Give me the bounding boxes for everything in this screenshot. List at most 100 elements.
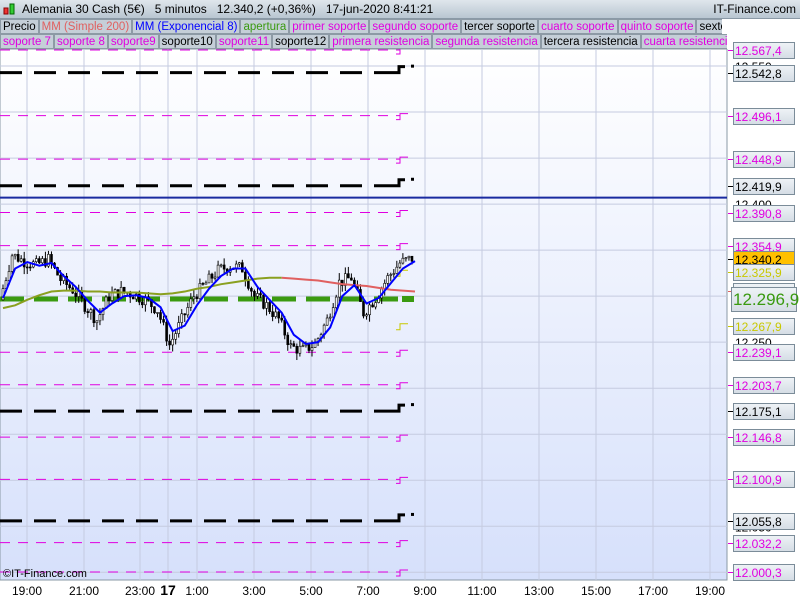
candle-body: [159, 312, 162, 320]
candle-body: [374, 302, 377, 308]
legend-item[interactable]: cuarta resistencia: [640, 34, 727, 49]
candle-body: [298, 345, 302, 354]
candle-body: [371, 304, 374, 308]
chart-title: Alemania 30 Cash (5€) 5 minutos 12.340,2…: [22, 2, 434, 16]
candle-body: [13, 254, 17, 257]
candle-body: [310, 347, 314, 351]
x-tick-label: 23:00: [124, 584, 156, 598]
level-mark: [411, 64, 414, 68]
legend-item[interactable]: quinto soporte: [617, 19, 697, 34]
candle-body: [16, 254, 20, 262]
candle-body: [165, 321, 168, 342]
candle-body: [156, 312, 159, 314]
candle-body: [86, 311, 90, 313]
legend-item[interactable]: soporte 7: [0, 34, 54, 49]
candle-body: [277, 311, 280, 319]
x-tick-label: 7:00: [356, 584, 380, 598]
legend-item[interactable]: tercera resistencia: [540, 34, 641, 49]
candle-body: [171, 338, 174, 346]
legend-item[interactable]: soporte12: [272, 34, 330, 49]
candle-body: [274, 311, 277, 317]
legend-item[interactable]: apertura: [240, 19, 290, 34]
title-bar: Alemania 30 Cash (5€) 5 minutos 12.340,2…: [0, 0, 800, 19]
level-mark: [411, 177, 414, 181]
level-mark: [411, 512, 414, 516]
candle-body: [59, 274, 62, 282]
legend-item[interactable]: MM (Exponencial 8): [132, 19, 241, 34]
candle-body: [401, 257, 405, 264]
candle-body: [186, 307, 190, 316]
candle-body: [250, 288, 253, 292]
candle-body: [107, 296, 111, 301]
brand-link[interactable]: IT-Finance.com: [713, 0, 796, 18]
candle-body: [386, 275, 390, 284]
candle-body: [35, 258, 38, 263]
x-tick-label: 17:00: [637, 584, 669, 598]
candle-body: [365, 314, 368, 317]
candle-body: [404, 257, 408, 260]
legend-item[interactable]: soporte 8: [53, 34, 108, 49]
legend-item[interactable]: tercer soporte: [461, 19, 539, 34]
legend-item[interactable]: sexto soporte: [696, 19, 722, 34]
candle-body: [256, 293, 259, 297]
candle-body: [183, 313, 187, 316]
price-label: 12.448,9: [733, 151, 795, 169]
x-tick-label: 13:00: [523, 584, 555, 598]
candle-body: [283, 319, 287, 336]
price-tick: [728, 185, 733, 187]
candle-body: [328, 316, 332, 319]
candle-body: [244, 271, 247, 281]
price-tick: [728, 479, 733, 481]
candle-body: [180, 313, 184, 323]
price-tick: [728, 411, 733, 413]
candle-body: [286, 334, 290, 346]
candle-body: [262, 294, 265, 309]
candle-body: [10, 255, 14, 272]
x-tick-label: 15:00: [580, 584, 612, 598]
price-label: 12.239,1: [733, 344, 795, 362]
price-chart[interactable]: 12.55012.40012.25012.050: [0, 47, 800, 600]
candle-body: [83, 297, 87, 312]
price-tick: [728, 520, 733, 522]
candle-body: [259, 293, 262, 296]
candle-body: [98, 314, 102, 322]
candle-body: [110, 292, 114, 301]
candle-body: [92, 309, 96, 324]
legend-item[interactable]: primer soporte: [289, 19, 370, 34]
price-label: 12.175,1: [733, 403, 795, 421]
x-tick-label: 9:00: [413, 584, 437, 598]
legend-item[interactable]: Precio: [0, 19, 39, 34]
price-label: 12.390,8: [733, 204, 795, 222]
legend-item[interactable]: segunda resistencia: [432, 34, 541, 49]
price-tick: [728, 115, 733, 117]
candle-body: [395, 266, 399, 274]
legend-item[interactable]: soporte9: [107, 34, 159, 49]
legend-item[interactable]: primera resistencia: [329, 34, 433, 49]
candle-body: [195, 296, 199, 299]
legend-item[interactable]: MM (Simple 200): [38, 19, 133, 34]
candle-body: [189, 298, 193, 308]
candle-body: [410, 255, 414, 262]
price-tick: [728, 352, 733, 354]
candle-body: [398, 262, 402, 268]
candle-body: [241, 262, 244, 273]
candle-body: [95, 320, 99, 324]
price-tick: [728, 50, 733, 51]
candle-body: [168, 340, 171, 346]
chart-svg[interactable]: 12.55012.40012.25012.050: [0, 47, 800, 600]
legend-item[interactable]: segundo soporte: [369, 19, 462, 34]
x-tick-label: 11:00: [467, 584, 497, 598]
price-label: 12.325,9: [733, 264, 795, 282]
candle-body: [210, 273, 214, 279]
legend-row-1: Precio MM (Simple 200) MM (Exponencial 8) a…: [0, 19, 722, 34]
legend-item[interactable]: cuarto soporte: [538, 19, 618, 34]
legend-item[interactable]: soporte11: [215, 34, 273, 49]
price-tick: [728, 272, 733, 274]
candle-body: [268, 302, 271, 312]
price-tick: [728, 572, 733, 573]
candle-body: [153, 306, 156, 314]
price-tick: [728, 384, 733, 386]
price-label: 12.203,7: [733, 376, 795, 394]
legend-item[interactable]: soporte10: [158, 34, 216, 49]
price-label: 12.100,9: [733, 471, 795, 489]
